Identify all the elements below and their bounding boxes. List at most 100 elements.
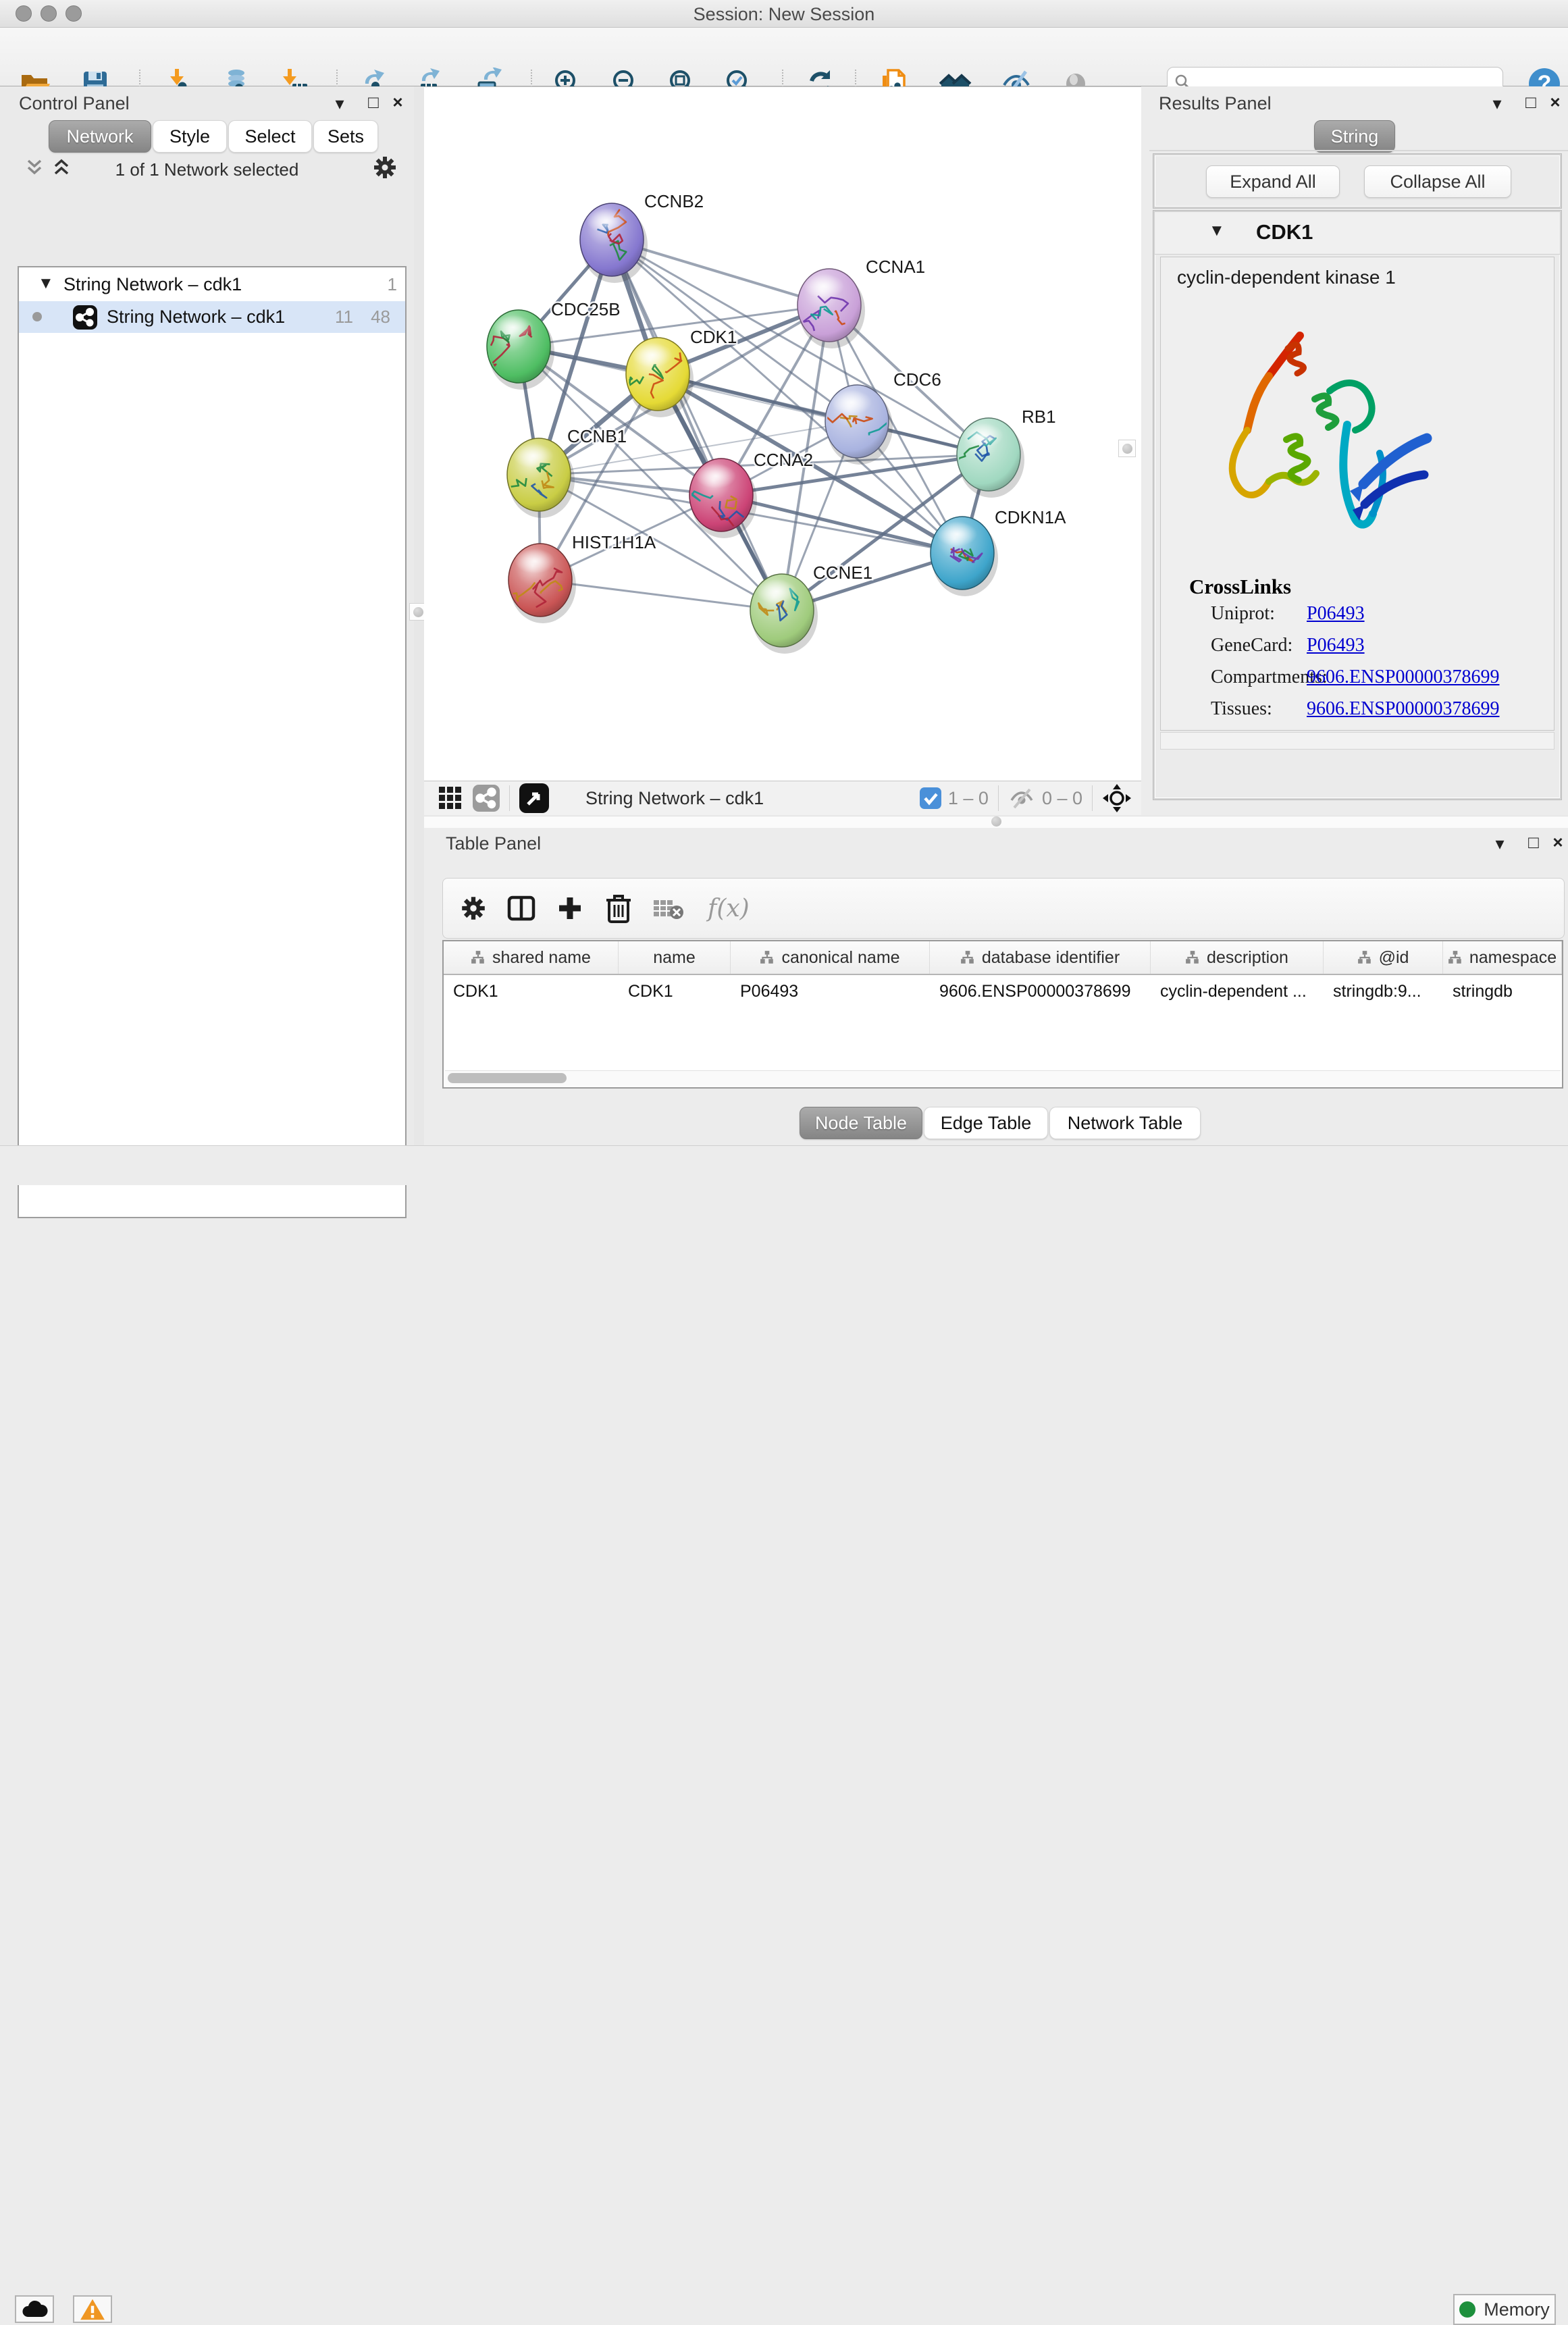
table-row[interactable]: CDK1CDK1P064939606.ENSP00000378699cyclin… <box>444 975 1562 1008</box>
status-bar: Memory <box>0 1145 1568 1185</box>
netbar-divider <box>998 785 999 811</box>
right-splitter-handle[interactable] <box>1118 440 1136 457</box>
table-cell[interactable]: P06493 <box>731 975 930 1008</box>
collapse-all-button[interactable]: Collapse All <box>1364 165 1511 198</box>
delete-column-button[interactable] <box>605 893 632 923</box>
pan-mode-icon[interactable] <box>1102 783 1132 813</box>
table-cell[interactable]: 9606.ENSP00000378699 <box>930 975 1151 1008</box>
network-graph[interactable]: CCNB2CCNA1CDC25BCDK1CDC6RB1CCNB1CCNA2CDK… <box>424 87 1141 781</box>
network-node-count: 11 <box>326 307 353 328</box>
edge-CCNB2-CCNE1[interactable] <box>612 240 782 610</box>
results-scrollbar-track[interactable] <box>1160 732 1554 750</box>
network-edge-count: 48 <box>360 307 390 328</box>
crosslink-link[interactable]: P06493 <box>1307 635 1365 656</box>
function-builder-button[interactable]: f(x) <box>708 895 750 922</box>
table-header-row: shared namenamecanonical namedatabase id… <box>444 941 1562 975</box>
expand-all-button[interactable]: Expand All <box>1206 165 1340 198</box>
tree-column-icon <box>960 950 975 965</box>
results-panel-float-button[interactable]: □ <box>1519 92 1542 113</box>
column-header--id[interactable]: @id <box>1324 941 1443 974</box>
tab-node-table[interactable]: Node Table <box>800 1107 922 1139</box>
table-cell[interactable]: stringdb <box>1443 975 1562 1008</box>
tab-style[interactable]: Style <box>153 120 227 153</box>
table-panel-float-button[interactable]: □ <box>1522 832 1545 853</box>
crosslink-label: GeneCard: <box>1211 635 1292 656</box>
control-panel-menu-button[interactable]: ▾ <box>328 93 351 114</box>
protein-structure-image <box>1186 311 1457 581</box>
tab-network-table[interactable]: Network Table <box>1049 1107 1201 1139</box>
table-cell[interactable]: cyclin-dependent ... <box>1151 975 1324 1008</box>
network-row[interactable]: String Network – cdk1 11 48 <box>19 301 405 333</box>
protein-card: cyclin-dependent kinase 1 <box>1160 257 1554 731</box>
edge-HIST1H1A-CCNE1[interactable] <box>540 580 782 610</box>
node-highlight <box>831 390 872 415</box>
warning-status-button[interactable] <box>73 2295 112 2323</box>
show-column-button[interactable] <box>506 893 536 923</box>
node-highlight <box>937 522 977 547</box>
hidden-eye-icon <box>1008 787 1035 810</box>
crosslink-row: GeneCard: P06493 <box>1211 635 1548 667</box>
table-options-button[interactable] <box>459 894 488 922</box>
delete-table-button[interactable] <box>652 896 685 920</box>
table-panel-title: Table Panel <box>446 833 541 854</box>
birds-eye-view-button[interactable] <box>519 783 549 813</box>
show-grid-button[interactable] <box>438 785 463 811</box>
table-horizontal-scrollbar[interactable] <box>445 1070 1561 1086</box>
network-options-button[interactable] <box>371 154 398 181</box>
table-panel-menu-button[interactable]: ▾ <box>1488 833 1511 854</box>
node-highlight <box>586 209 627 234</box>
column-header-database-identifier[interactable]: database identifier <box>930 941 1151 974</box>
crosslink-link[interactable]: P06493 <box>1307 603 1365 625</box>
table-cell[interactable]: stringdb:9... <box>1324 975 1443 1008</box>
control-panel-float-button[interactable]: □ <box>362 92 385 113</box>
memory-button[interactable]: Memory <box>1453 2294 1556 2325</box>
results-panel-close-button[interactable]: × <box>1544 92 1567 113</box>
tab-sets[interactable]: Sets <box>313 120 378 153</box>
results-panel: Results Panel ▾ □ × String Expand All Co… <box>1149 86 1568 816</box>
table-cell[interactable]: CDK1 <box>444 975 619 1008</box>
crosslink-label: Tissues: <box>1211 698 1272 720</box>
node-table[interactable]: shared namenamecanonical namedatabase id… <box>442 940 1563 1089</box>
network-selection-status: 1 of 1 Network selected <box>0 159 414 180</box>
node-label-CCNE1: CCNE1 <box>813 563 872 583</box>
hidden-counter: 0 – 0 <box>1042 788 1082 809</box>
tab-edge-table[interactable]: Edge Table <box>924 1107 1048 1139</box>
tab-select[interactable]: Select <box>228 120 312 153</box>
column-header-description[interactable]: description <box>1151 941 1324 974</box>
crosslink-link[interactable]: 9606.ENSP00000378699 <box>1307 667 1499 688</box>
crosslink-link[interactable]: 9606.ENSP00000378699 <box>1307 698 1499 720</box>
node-highlight <box>632 343 673 368</box>
results-panel-menu-button[interactable]: ▾ <box>1486 93 1509 114</box>
network-canvas[interactable]: CCNB2CCNA1CDC25BCDK1CDC6RB1CCNB1CCNA2CDK… <box>424 86 1141 781</box>
selected-checkbox-icon[interactable] <box>920 787 941 809</box>
protein-expander-icon[interactable]: ▼ <box>1209 221 1225 240</box>
memory-label: Memory <box>1484 2299 1550 2320</box>
create-column-button[interactable] <box>555 893 585 923</box>
collection-expander-icon[interactable]: ▼ <box>38 274 54 293</box>
column-header-shared-name[interactable]: shared name <box>444 941 619 974</box>
scrollbar-thumb[interactable] <box>448 1073 567 1083</box>
netbar-divider <box>1092 785 1093 811</box>
columns-icon <box>506 893 536 923</box>
table-panel: Table Panel ▾ □ × <box>424 828 1568 1145</box>
network-view-toolbar: String Network – cdk1 1 – 0 0 – 0 <box>424 781 1141 815</box>
horizontal-splitter-handle[interactable] <box>991 816 1001 827</box>
column-header-canonical-name[interactable]: canonical name <box>731 941 930 974</box>
selection-indicators: 1 – 0 0 – 0 <box>920 783 1141 813</box>
tab-string[interactable]: String <box>1314 120 1395 153</box>
string-view-toggle-button[interactable] <box>473 785 500 812</box>
crosslink-row: Uniprot:P06493 <box>1211 603 1548 635</box>
node-highlight <box>804 274 844 299</box>
table-cell[interactable]: CDK1 <box>619 975 731 1008</box>
column-header-name[interactable]: name <box>619 941 731 974</box>
main-toolbar: ? <box>0 28 1568 86</box>
cloud-status-button[interactable] <box>15 2295 54 2323</box>
tab-network[interactable]: Network <box>49 120 151 153</box>
table-panel-close-button[interactable]: × <box>1546 832 1568 853</box>
network-collection-row[interactable]: ▼ String Network – cdk1 1 <box>19 270 405 301</box>
collection-name: String Network – cdk1 <box>63 274 242 295</box>
protein-section-header[interactable]: ▼ CDK1 <box>1155 212 1560 255</box>
control-panel-close-button[interactable]: × <box>386 92 409 113</box>
column-header-namespace[interactable]: namespace <box>1443 941 1562 974</box>
gear-icon <box>459 894 488 922</box>
